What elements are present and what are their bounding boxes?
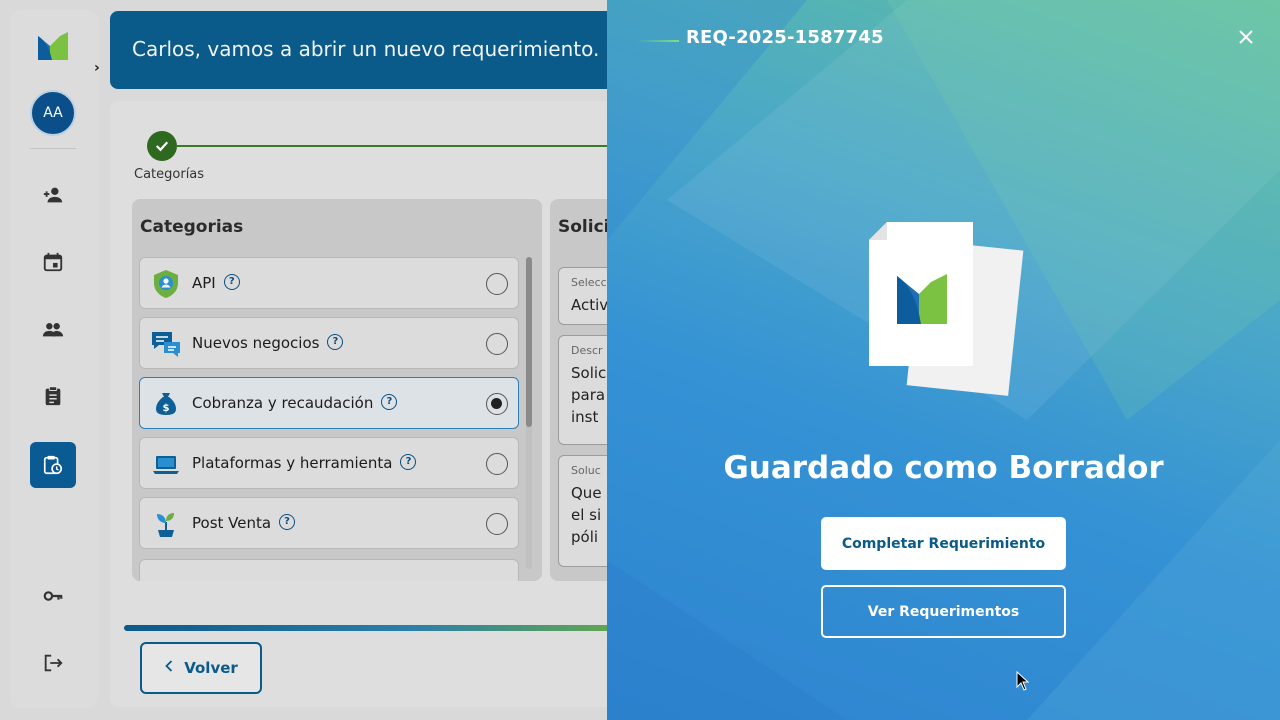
- field-value-line: Solic: [571, 364, 607, 382]
- modal-title: Guardado como Borrador: [723, 450, 1164, 486]
- category-label: Post Venta?: [192, 513, 296, 532]
- stepper-line: [177, 145, 617, 147]
- help-icon[interactable]: ?: [400, 453, 417, 470]
- category-label: Plataformas y herramienta?: [192, 453, 417, 472]
- request-id: REQ-2025-1587745: [686, 27, 884, 48]
- category-item-nuevos-negocios[interactable]: Nuevos negocios?: [139, 317, 519, 369]
- field-value-line: Que: [571, 484, 602, 502]
- shield-user-icon: [150, 268, 182, 300]
- category-radio[interactable]: [486, 513, 508, 535]
- close-icon[interactable]: [1236, 27, 1256, 47]
- chevron-right-icon[interactable]: ›: [94, 60, 100, 76]
- clipboard-clock-icon[interactable]: [30, 442, 76, 488]
- mouse-cursor-icon: [1016, 670, 1030, 691]
- step-label: Categorías: [134, 167, 205, 182]
- category-item-plataformas[interactable]: Plataformas y herramienta?: [139, 437, 519, 489]
- sprout-icon: [150, 508, 182, 540]
- category-radio[interactable]: [486, 333, 508, 355]
- scrollbar-thumb[interactable]: [526, 257, 532, 427]
- greeting-banner: Carlos, vamos a abrir un nuevo requerimi…: [110, 11, 650, 89]
- field-value: Activ: [571, 296, 609, 314]
- help-icon[interactable]: ?: [223, 273, 240, 290]
- brand-logo-icon[interactable]: [38, 32, 68, 60]
- back-button-label: Volver: [184, 659, 238, 677]
- category-item-cobranza[interactable]: $ Cobranza y recaudación?: [139, 377, 519, 429]
- category-radio-selected[interactable]: [486, 393, 508, 415]
- category-item-post-venta[interactable]: Post Venta?: [139, 497, 519, 549]
- calendar-icon[interactable]: [30, 239, 76, 285]
- accent-dash: [637, 40, 679, 42]
- greeting-text: Carlos, vamos a abrir un nuevo requerimi…: [132, 37, 600, 61]
- category-label: Cobranza y recaudación?: [192, 393, 398, 412]
- category-label: API?: [192, 273, 240, 292]
- category-item-partial[interactable]: [139, 559, 519, 581]
- key-icon[interactable]: [30, 573, 76, 619]
- help-icon[interactable]: ?: [279, 513, 296, 530]
- field-value-line: el si: [571, 506, 602, 524]
- view-requests-button[interactable]: Ver Requerimentos: [821, 585, 1066, 638]
- clipboard-icon[interactable]: [30, 373, 76, 419]
- money-bag-icon: $: [150, 388, 182, 420]
- field-label: Soluc: [571, 464, 601, 477]
- main-card: Categorías Categorias API? Nuevos negoci…: [110, 101, 650, 707]
- help-icon[interactable]: ?: [381, 393, 398, 410]
- svg-text:$: $: [163, 403, 170, 414]
- field-value-line: inst: [571, 408, 599, 426]
- categories-title: Categorias: [140, 217, 244, 237]
- step-done-check-icon: [147, 131, 177, 161]
- sidebar-divider: [30, 148, 76, 149]
- avatar[interactable]: AA: [30, 90, 76, 136]
- category-item-api[interactable]: API?: [139, 257, 519, 309]
- field-value-line: para: [571, 386, 606, 404]
- group-icon[interactable]: [30, 306, 76, 352]
- logout-icon[interactable]: [30, 640, 76, 686]
- categories-panel: Categorias API? Nuevos negocios? $ Cobra…: [132, 199, 542, 581]
- chevron-left-icon: [164, 659, 174, 677]
- chat-bubbles-icon: [150, 328, 182, 360]
- field-label: Selecc: [571, 276, 607, 289]
- sidebar: › AA: [10, 10, 100, 708]
- category-radio[interactable]: [486, 453, 508, 475]
- help-icon[interactable]: ?: [327, 333, 344, 350]
- category-label: Nuevos negocios?: [192, 333, 344, 352]
- laptop-icon: [150, 448, 182, 480]
- draft-saved-modal: REQ-2025-1587745 Guardado como Borrador …: [607, 0, 1280, 720]
- complete-request-button[interactable]: Completar Requerimiento: [821, 517, 1066, 570]
- document-logo-icon: [865, 218, 1025, 398]
- field-label: Descr: [571, 344, 603, 357]
- add-person-icon[interactable]: [30, 172, 76, 218]
- progress-bar: [124, 625, 650, 631]
- field-value-line: póli: [571, 528, 599, 546]
- back-button[interactable]: Volver: [140, 642, 262, 694]
- category-radio[interactable]: [486, 273, 508, 295]
